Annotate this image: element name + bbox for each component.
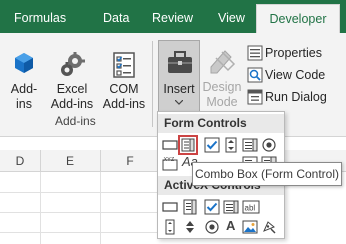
add-ins-label: Add-ins — [10, 82, 38, 111]
group-separator — [152, 41, 153, 127]
toolbox-icon — [168, 51, 192, 73]
svg-text:XYZ: XYZ — [164, 157, 175, 163]
insert-label: Insert — [163, 82, 195, 96]
chevron-down-icon — [175, 100, 183, 105]
check-box-icon[interactable] — [204, 137, 220, 153]
design-mode-button[interactable]: Design Mode — [202, 47, 242, 110]
combo-box-control[interactable] — [178, 135, 198, 155]
excel-add-ins-label: Excel Add-ins — [50, 82, 94, 111]
svg-text:abl: abl — [245, 204, 256, 213]
insert-button[interactable]: Insert — [158, 40, 200, 112]
add-ins-button[interactable]: Add-ins — [8, 51, 40, 112]
scroll-bar-icon[interactable] — [162, 219, 178, 235]
properties-icon — [247, 45, 263, 61]
com-add-ins-icon — [113, 52, 135, 78]
tab-data[interactable]: Data — [103, 0, 129, 33]
more-controls-icon[interactable] — [261, 219, 277, 235]
combo-box-icon[interactable] — [182, 199, 198, 215]
properties-label: Properties — [265, 46, 322, 60]
grid-line — [0, 212, 160, 213]
add-ins-group-label: Add-ins — [55, 114, 96, 128]
column-header-d[interactable]: D — [0, 150, 40, 172]
column-divider — [40, 150, 41, 172]
form-controls-header: Form Controls — [158, 114, 284, 133]
combo-box-tooltip: Combo Box (Form Control) — [192, 162, 342, 186]
button-icon[interactable] — [162, 137, 178, 153]
column-header-e[interactable]: E — [40, 150, 100, 172]
com-add-ins-label: COM Add-ins — [102, 82, 146, 111]
run-dialog-label: Run Dialog — [265, 90, 327, 104]
text-box-icon[interactable]: abl — [242, 199, 260, 215]
run-dialog-icon — [247, 89, 263, 105]
check-box-icon[interactable] — [204, 199, 220, 215]
combo-box-icon — [181, 138, 195, 152]
list-box-icon[interactable] — [223, 199, 239, 215]
grid-line — [0, 232, 160, 233]
view-code-label: View Code — [265, 68, 326, 82]
group-box-icon[interactable]: XYZ — [162, 155, 178, 171]
column-header-f[interactable]: F — [100, 150, 160, 172]
com-add-ins-button[interactable]: COM Add-ins — [101, 51, 147, 112]
grid-line — [0, 192, 160, 193]
spin-button-icon[interactable] — [223, 137, 239, 153]
command-button-icon[interactable] — [162, 199, 178, 215]
gears-icon — [61, 52, 85, 76]
add-ins-icon — [15, 53, 33, 73]
grid-line — [40, 172, 41, 244]
image-icon[interactable] — [242, 219, 258, 235]
excel-add-ins-button[interactable]: Excel Add-ins — [49, 51, 95, 112]
tab-developer[interactable]: Developer — [256, 4, 340, 33]
tab-formulas[interactable]: Formulas — [14, 0, 66, 33]
tab-view[interactable]: View — [218, 0, 245, 33]
spin-button-icon[interactable] — [182, 219, 198, 235]
column-divider — [100, 150, 101, 172]
label-control-activex[interactable]: A — [226, 218, 235, 233]
grid-line — [100, 172, 101, 244]
design-mode-icon — [210, 50, 236, 74]
view-code-icon — [247, 67, 263, 83]
option-button-icon[interactable] — [204, 219, 220, 235]
option-button-icon[interactable] — [261, 137, 277, 153]
ribbon-tab-bar: Formulas Data Review View Developer — [0, 0, 346, 33]
design-mode-label: Design Mode — [202, 80, 242, 109]
list-box-icon[interactable] — [242, 137, 258, 153]
tab-review[interactable]: Review — [152, 0, 193, 33]
